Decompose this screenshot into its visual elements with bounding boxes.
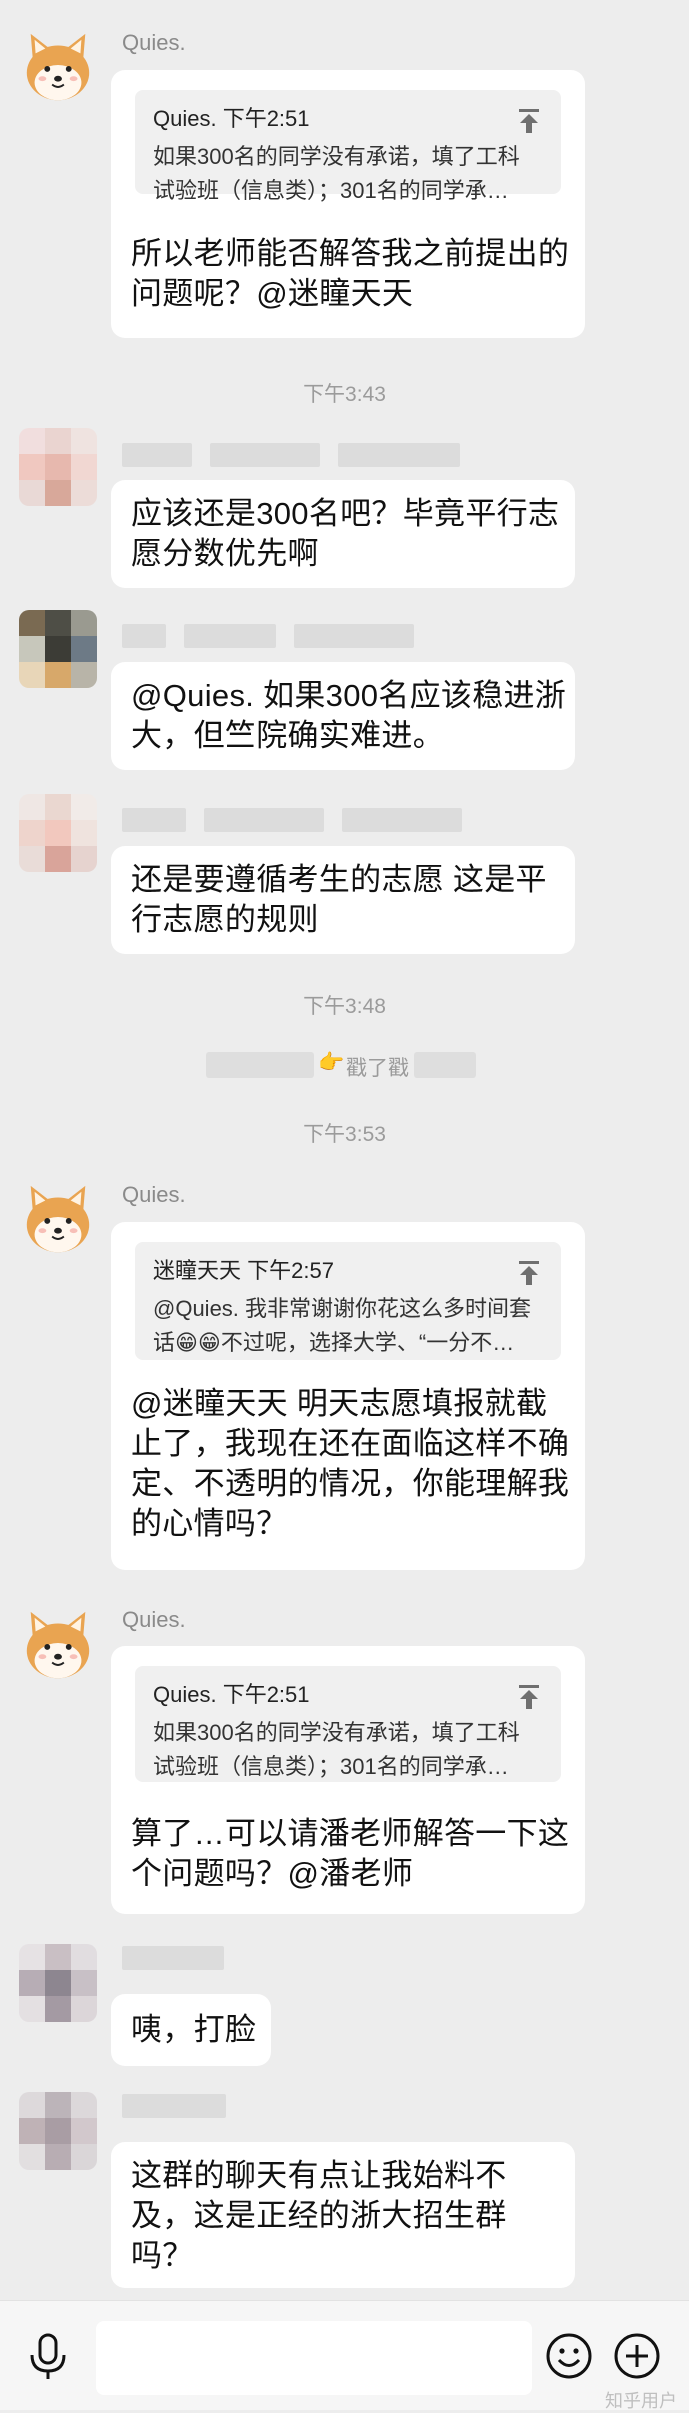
jump-to-quote-icon[interactable] <box>517 1684 541 1710</box>
microphone-icon <box>30 2333 66 2379</box>
message-line: 应该还是300名吧？毕竟平行志 <box>131 496 560 531</box>
jump-to-quote-icon[interactable] <box>517 108 541 134</box>
message-bubble[interactable]: Quies. 下午2:51 如果300名的同学没有承诺，填了工科 试验班（信息类… <box>111 70 585 338</box>
message-line: 咦，打脸 <box>131 2012 257 2047</box>
quoted-message[interactable]: 迷瞳天天 下午2:57 @Quies. 我非常谢谢你花这么多时间套 话😁😁不过呢… <box>135 1242 561 1360</box>
message-bubble[interactable]: 这群的聊天有点让我始料不 及，这是正经的浙大招生群 吗？ <box>111 2142 575 2288</box>
message-text: 还是要遵循考生的志愿 这是平 行志愿的规则 <box>131 860 547 940</box>
voice-button[interactable] <box>24 2331 72 2381</box>
sender-avatar[interactable] <box>19 1606 97 1684</box>
quoted-message[interactable]: Quies. 下午2:51 如果300名的同学没有承诺，填了工科 试验班（信息类… <box>135 1666 561 1782</box>
message-line: @迷瞳天天 明天志愿填报就截 <box>131 1386 548 1421</box>
message-line: 所以老师能否解答我之前提出的 <box>131 236 570 271</box>
quote-text: 如果300名的同学没有承诺，填了工科 试验班（信息类）；301名的同学承… <box>153 1716 520 1784</box>
poke-notice: 👉 戳了戳 <box>0 1048 689 1082</box>
sender-avatar[interactable] <box>19 794 97 872</box>
sender-name: Quies. <box>122 1182 186 1207</box>
message-text: @Quies. 如果300名应该稳进浙 大，但竺院确实难进。 <box>131 676 566 756</box>
quote-line: 如果300名的同学没有承诺，填了工科 <box>153 144 520 169</box>
quote-text: 如果300名的同学没有承诺，填了工科 试验班（信息类）；301名的同学承… <box>153 140 520 208</box>
watermark: 知乎用户 <box>605 2391 677 2411</box>
sender-avatar[interactable] <box>19 1944 97 2022</box>
sender-avatar[interactable] <box>19 610 97 688</box>
quote-header: Quies. 下午2:51 <box>153 1682 310 1707</box>
sender-name: Quies. <box>122 1607 186 1632</box>
message-line: 算了…可以请潘老师解答一下这 <box>131 1816 570 1851</box>
message-line: 问题呢？@迷瞳天天 <box>131 276 414 311</box>
plus-circle-icon <box>614 2333 660 2379</box>
jump-to-quote-icon[interactable] <box>517 1260 541 1286</box>
poke-hand-icon: 👉 <box>318 1051 345 1074</box>
sender-avatar[interactable] <box>19 1180 97 1258</box>
sender-name-redacted <box>122 2094 226 2118</box>
poked-name-redacted <box>414 1052 476 1078</box>
message-input[interactable] <box>96 2321 532 2395</box>
chat-input-bar: 知乎用户 <box>0 2300 689 2411</box>
sender-name: Quies. <box>122 30 186 55</box>
sender-name-redacted <box>122 443 460 467</box>
message-text: @迷瞳天天 明天志愿填报就截 止了，我现在还在面临这样不确 定、不透明的情况，你… <box>131 1384 569 1544</box>
timestamp: 下午3:43 <box>303 383 386 406</box>
message-bubble[interactable]: Quies. 下午2:51 如果300名的同学没有承诺，填了工科 试验班（信息类… <box>111 1646 585 1914</box>
quote-line: 试验班（信息类）；301名的同学承… <box>153 1754 509 1779</box>
poker-name-redacted <box>206 1052 314 1078</box>
message-bubble[interactable]: 迷瞳天天 下午2:57 @Quies. 我非常谢谢你花这么多时间套 话😁😁不过呢… <box>111 1222 585 1570</box>
more-button[interactable] <box>612 2331 662 2381</box>
message-line: 的心情吗？ <box>131 1506 288 1541</box>
message-text: 这群的聊天有点让我始料不 及，这是正经的浙大招生群 吗？ <box>131 2156 507 2276</box>
sender-avatar[interactable] <box>19 2092 97 2170</box>
message-text: 所以老师能否解答我之前提出的 问题呢？@迷瞳天天 <box>131 234 569 314</box>
quote-line: 话😁😁不过呢，选择大学、“一分不… <box>153 1330 515 1355</box>
message-text: 算了…可以请潘老师解答一下这 个问题吗？@潘老师 <box>131 1814 569 1894</box>
message-bubble[interactable]: 还是要遵循考生的志愿 这是平 行志愿的规则 <box>111 846 575 954</box>
quote-text: @Quies. 我非常谢谢你花这么多时间套 话😁😁不过呢，选择大学、“一分不… <box>153 1292 532 1360</box>
timestamp: 下午3:48 <box>303 995 386 1018</box>
poke-text: 戳了戳 <box>346 1057 409 1080</box>
message-line: 还是要遵循考生的志愿 这是平 <box>131 862 547 897</box>
message-line: 愿分数优先啊 <box>131 536 319 571</box>
message-line: 及，这是正经的浙大招生群 <box>131 2198 507 2233</box>
message-line: @Quies. 如果300名应该稳进浙 <box>131 678 567 713</box>
message-bubble[interactable]: 咦，打脸 <box>111 1994 271 2066</box>
timestamp: 下午3:53 <box>303 1123 386 1146</box>
quote-line: @Quies. 我非常谢谢你花这么多时间套 <box>153 1296 532 1321</box>
emoji-button[interactable] <box>544 2331 594 2381</box>
message-line: 行志愿的规则 <box>131 902 319 937</box>
message-bubble[interactable]: 应该还是300名吧？毕竟平行志 愿分数优先啊 <box>111 480 575 588</box>
quote-header: 迷瞳天天 下午2:57 <box>153 1258 334 1283</box>
sender-avatar[interactable] <box>19 28 97 106</box>
sender-name-redacted <box>122 1946 224 1970</box>
quote-header: Quies. 下午2:51 <box>153 106 310 131</box>
sender-name-redacted <box>122 808 462 832</box>
quote-line: 如果300名的同学没有承诺，填了工科 <box>153 1720 520 1745</box>
message-line: 定、不透明的情况，你能理解我 <box>131 1466 570 1501</box>
message-line: 吗？ <box>131 2238 194 2273</box>
message-line: 个问题吗？@潘老师 <box>131 1856 414 1891</box>
smiley-icon <box>546 2333 592 2379</box>
message-text: 应该还是300名吧？毕竟平行志 愿分数优先啊 <box>131 494 559 574</box>
sender-name-redacted <box>122 624 414 648</box>
quoted-message[interactable]: Quies. 下午2:51 如果300名的同学没有承诺，填了工科 试验班（信息类… <box>135 90 561 203</box>
quote-line: 试验班（信息类）；301名的同学承… <box>153 178 509 203</box>
message-line: 止了，我现在还在面临这样不确 <box>131 1426 570 1461</box>
message-line: 大，但竺院确实难进。 <box>131 718 444 753</box>
sender-avatar[interactable] <box>19 428 97 506</box>
message-bubble[interactable]: @Quies. 如果300名应该稳进浙 大，但竺院确实难进。 <box>111 662 575 770</box>
message-text: 咦，打脸 <box>131 2010 256 2050</box>
message-line: 这群的聊天有点让我始料不 <box>131 2158 507 2193</box>
